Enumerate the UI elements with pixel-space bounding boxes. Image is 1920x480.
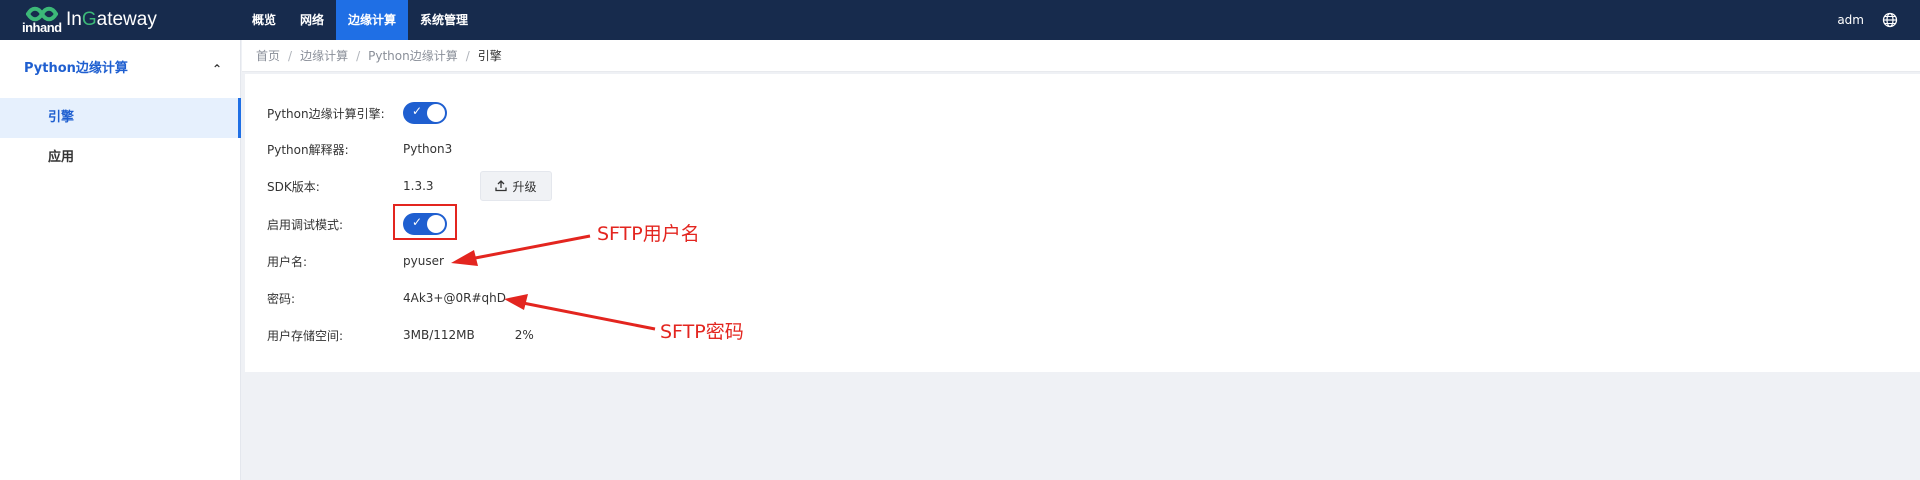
sidebar-group-python-edge[interactable]: Python边缘计算 ⌃ bbox=[0, 40, 240, 98]
breadcrumb-edge-computing[interactable]: 边缘计算 bbox=[300, 47, 348, 64]
upgrade-button[interactable]: 升级 bbox=[479, 171, 552, 201]
engine-settings-card: Python边缘计算引擎: ✓ Python解释器: Python3 SDK版本… bbox=[245, 74, 1920, 372]
sidebar-group-label: Python边缘计算 bbox=[24, 61, 128, 76]
nav-edge-computing[interactable]: 边缘计算 bbox=[336, 0, 409, 40]
engine-row: Python边缘计算引擎: ✓ bbox=[267, 101, 447, 125]
breadcrumb-separator: / bbox=[465, 48, 470, 63]
password-label: 密码: bbox=[267, 291, 296, 306]
storage-label: 用户存储空间: bbox=[267, 328, 344, 343]
engine-label: Python边缘计算引擎: bbox=[267, 106, 385, 121]
interpreter-row: Python解释器: Python3 bbox=[267, 137, 452, 161]
nav-overview[interactable]: 概览 bbox=[240, 0, 288, 40]
highlight-box bbox=[393, 204, 457, 240]
sidebar: Python边缘计算 ⌃ 引擎 应用 bbox=[0, 40, 241, 480]
sdk-value: 1.3.3 bbox=[403, 179, 434, 193]
top-nav-bar: inhand InGateway 概览 网络 边缘计算 系统管理 adm bbox=[0, 0, 1920, 40]
username-label: 用户名: bbox=[267, 254, 308, 269]
user-menu[interactable]: adm bbox=[1837, 0, 1864, 40]
breadcrumb-current: 引擎 bbox=[477, 49, 502, 63]
app-name: InGateway bbox=[66, 9, 157, 30]
chevron-up-icon: ⌃ bbox=[211, 62, 222, 76]
upload-icon bbox=[494, 180, 507, 192]
password-value: 4Ak3+@0R#qhD bbox=[403, 291, 506, 305]
breadcrumb: 首页 / 边缘计算 / Python边缘计算 / 引擎 bbox=[242, 40, 1920, 72]
app-logo[interactable]: inhand InGateway bbox=[20, 4, 157, 36]
storage-percent: 2% bbox=[514, 328, 534, 342]
nav-system-management[interactable]: 系统管理 bbox=[408, 0, 480, 40]
main-nav: 概览 网络 边缘计算 系统管理 bbox=[240, 0, 480, 40]
storage-row: 用户存储空间: 3MB/112MB 2% bbox=[267, 323, 534, 347]
breadcrumb-home[interactable]: 首页 bbox=[256, 47, 280, 64]
inhand-logo-icon: inhand bbox=[20, 4, 64, 36]
interpreter-value: Python3 bbox=[403, 142, 453, 156]
annotation-sftp-username: SFTP用户名 bbox=[597, 223, 700, 245]
interpreter-label: Python解释器: bbox=[267, 142, 349, 157]
sdk-label: SDK版本: bbox=[267, 179, 320, 194]
sidebar-item-apps[interactable]: 应用 bbox=[0, 138, 240, 178]
sdk-row: SDK版本: 1.3.3 升级 bbox=[267, 171, 552, 201]
toggle-knob bbox=[427, 104, 445, 122]
sidebar-item-engine[interactable]: 引擎 bbox=[0, 98, 241, 138]
breadcrumb-separator: / bbox=[288, 48, 293, 63]
password-row: 密码: 4Ak3+@0R#qhD bbox=[267, 286, 506, 310]
globe-icon[interactable] bbox=[1882, 12, 1898, 28]
debug-label: 启用调试模式: bbox=[267, 217, 344, 232]
storage-value: 3MB/112MB bbox=[403, 328, 475, 342]
breadcrumb-separator: / bbox=[356, 48, 361, 63]
logo-inhand-text: inhand bbox=[22, 20, 62, 35]
username-row: 用户名: pyuser bbox=[267, 249, 444, 273]
breadcrumb-python-edge[interactable]: Python边缘计算 bbox=[368, 47, 458, 64]
username-value: pyuser bbox=[403, 254, 444, 268]
engine-toggle[interactable]: ✓ bbox=[403, 102, 447, 124]
annotation-sftp-password: SFTP密码 bbox=[660, 321, 744, 343]
upgrade-label: 升级 bbox=[512, 179, 537, 194]
nav-network[interactable]: 网络 bbox=[288, 0, 336, 40]
check-icon: ✓ bbox=[412, 104, 423, 118]
